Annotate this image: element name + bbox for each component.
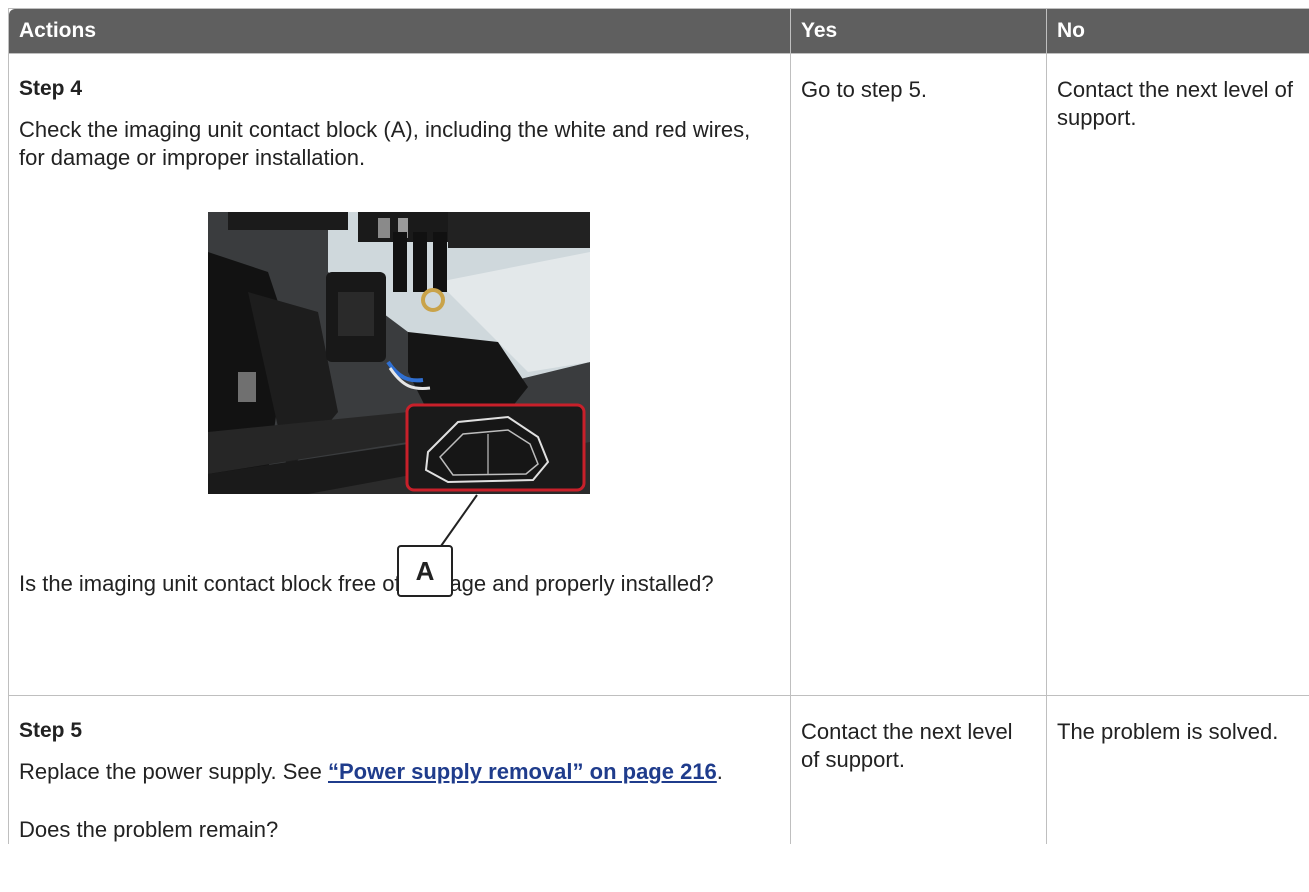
step5-question: Does the problem remain? [19,817,279,842]
header-no: No [1046,8,1309,54]
step5-actions-cell: Step 5 Replace the power supply. See “Po… [8,695,791,844]
header-yes: Yes [790,8,1047,54]
step4-actions-cell: Step 4 Check the imaging unit contact bl… [8,53,791,696]
header-row: Actions Yes No [8,8,1309,54]
table-row-step-4: Step 4 Check the imaging unit contact bl… [8,53,1309,696]
step5-instruction: Replace the power supply. See “Power sup… [19,758,739,786]
step4-yes-cell: Go to step 5. [790,53,1047,696]
callout-label-a: A [397,545,453,597]
header-actions: Actions [8,8,791,54]
step4-no-cell: Contact the next level of support. [1046,53,1309,696]
step4-title: Step 4 [19,77,83,100]
step5-instruction-prefix: Replace the power supply. See [19,759,328,784]
step5-no-cell: The problem is solved. [1046,695,1309,844]
power-supply-removal-link[interactable]: “Power supply removal” on page 216 [328,759,717,784]
step5-yes-cell: Contact the next level of support. [790,695,1047,844]
step5-title: Step 5 [19,719,83,742]
step5-instruction-suffix: . [716,759,723,784]
callout-leader-line [440,494,478,547]
troubleshooting-table: Actions Yes No Step 4 Check the imaging … [8,8,1309,844]
contact-block-figure: A [19,186,780,597]
step4-instruction: Check the imaging unit contact block (A)… [19,117,751,170]
table-row-step-5: Step 5 Replace the power supply. See “Po… [8,695,1309,844]
